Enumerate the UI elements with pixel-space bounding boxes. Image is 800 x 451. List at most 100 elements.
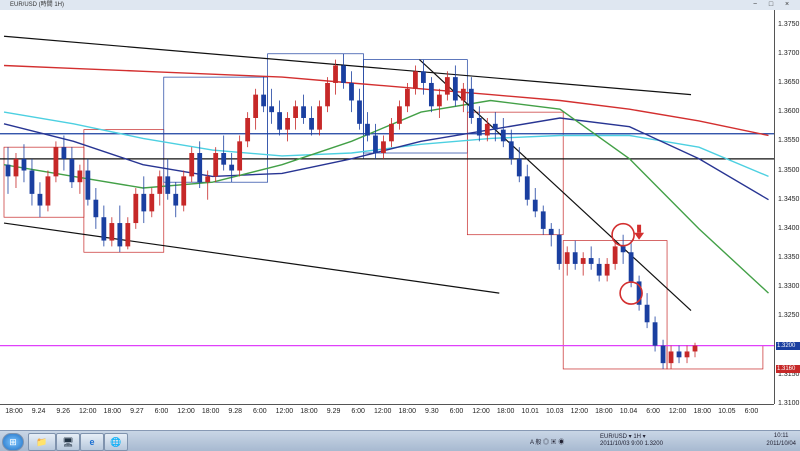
time-axis: 18:00 9.24 9.26 12:00 18:00 9.27 6:00 12:00 18:0…: [0, 404, 774, 431]
ime-indicator[interactable]: A 般 ◎ ▣ ◉: [530, 437, 564, 446]
current-price-tag: 1.3200: [776, 341, 800, 350]
candle-body-35: [285, 117, 290, 130]
candle-body-62: [500, 129, 506, 142]
candle-body-70: [564, 252, 570, 264]
candle-body-52: [421, 71, 426, 83]
candle-body-58: [468, 88, 474, 118]
candle-body-57: [460, 88, 466, 101]
clock[interactable]: 10:11 2011/10/04: [766, 432, 796, 448]
time-label: 12:00: [78, 408, 97, 415]
time-label: 9.26: [56, 408, 70, 415]
candle-body-80: [644, 304, 650, 323]
candle-body-54: [436, 94, 442, 107]
time-label: 18:00: [201, 408, 220, 415]
time-label: 6:00: [351, 408, 365, 415]
taskbar-app-internet-explorer[interactable]: e: [80, 433, 104, 451]
candle-body-72: [580, 258, 586, 264]
start-button[interactable]: ⊞: [2, 433, 24, 451]
price-label: 1.3300: [778, 283, 800, 291]
trend-line-1: [3, 222, 500, 294]
candle-body-6: [53, 147, 59, 177]
candle-body-49: [397, 106, 402, 124]
system-tray: A 般 ◎ ▣ ◉ EUR/USD ▾ 1H ▾ 2011/10/03 9:00…: [500, 431, 800, 451]
time-label: 18:00: [103, 408, 122, 415]
price-label: 1.3750: [778, 20, 800, 28]
candle-body-37: [301, 106, 306, 118]
price-label: 1.3350: [778, 254, 800, 262]
time-label: 18:00: [693, 408, 712, 415]
close-button[interactable]: ×: [780, 1, 794, 8]
trend-line-2: [418, 59, 692, 312]
candle-body-2: [21, 158, 27, 171]
candle-body-65: [524, 176, 530, 200]
candle-body-14: [117, 223, 123, 247]
candle-body-7: [61, 147, 67, 159]
candle-body-45: [365, 123, 370, 136]
candle-body-31: [253, 94, 259, 118]
time-label: 6:00: [744, 408, 759, 415]
candle-body-59: [476, 117, 482, 136]
candle-body-41: [333, 65, 338, 83]
candle-body-47: [381, 141, 386, 154]
candle-body-74: [596, 263, 602, 276]
candle-body-44: [357, 100, 362, 124]
candle-body-20: [165, 176, 171, 194]
candle-body-43: [349, 82, 354, 101]
time-label: 10.03: [546, 408, 564, 415]
time-label: 12:00: [275, 408, 294, 415]
candle-body-24: [197, 153, 203, 183]
taskbar-app-desktop[interactable]: 🖥: [56, 433, 80, 451]
candle-body-1: [13, 158, 19, 177]
price-chart[interactable]: [0, 10, 774, 404]
candle-body-19: [157, 176, 163, 194]
taskbar-app-trading-platform[interactable]: 🌐: [104, 433, 128, 451]
time-label: 9.24: [31, 408, 46, 415]
candle-body-48: [389, 123, 394, 142]
maximize-button[interactable]: □: [764, 1, 778, 8]
candle-body-32: [261, 94, 267, 107]
time-label: 6:00: [449, 408, 464, 415]
candle-body-18: [149, 193, 155, 212]
candle-body-46: [373, 135, 378, 154]
candle-body-22: [181, 176, 187, 206]
time-label: 12:00: [668, 408, 687, 415]
time-label: 18:00: [496, 408, 515, 415]
trend-line-0: [3, 35, 692, 96]
candle-body-61: [492, 123, 498, 130]
candle-body-83: [668, 351, 674, 364]
candle-body-12: [101, 217, 107, 241]
time-label: 9.28: [228, 408, 243, 415]
price-label: 1.3600: [778, 108, 800, 116]
candle-body-3: [29, 170, 35, 194]
price-label: 1.3250: [778, 312, 800, 320]
candle-body-39: [317, 106, 322, 130]
time-label: 9.30: [425, 408, 439, 415]
taskbar-app-explorer[interactable]: 📁: [28, 433, 56, 451]
candle-body-67: [540, 211, 546, 229]
time-label: 10.05: [718, 408, 736, 415]
candle-body-11: [93, 199, 99, 218]
time-label: 9.27: [130, 408, 144, 415]
candle-body-28: [229, 164, 235, 171]
clock-date: 2011/10/04: [766, 441, 796, 447]
time-label: 9.29: [326, 408, 341, 415]
price-label: 1.3100: [778, 400, 800, 407]
candle-body-76: [612, 246, 618, 264]
candle-body-33: [269, 106, 275, 113]
price-axis: 1.3750 1.3700 1.3650 1.3600 1.3550 1.3500 1.34…: [774, 10, 800, 407]
time-label: 12:00: [177, 408, 195, 415]
candle-body-68: [548, 228, 554, 235]
chart-area[interactable]: [0, 10, 774, 404]
candle-body-86: [692, 345, 698, 352]
annotation-arrow-head-2: [634, 232, 645, 240]
candle-body-82: [660, 345, 666, 364]
candle-body-81: [652, 322, 658, 346]
candle-body-34: [277, 112, 282, 130]
minimize-button[interactable]: −: [748, 1, 762, 8]
candle-body-38: [309, 117, 314, 130]
price-label: 1.3550: [778, 137, 800, 145]
candle-body-36: [293, 106, 298, 118]
price-label: 1.3700: [778, 49, 800, 57]
candle-body-30: [245, 117, 251, 142]
time-label: 6:00: [646, 408, 660, 415]
